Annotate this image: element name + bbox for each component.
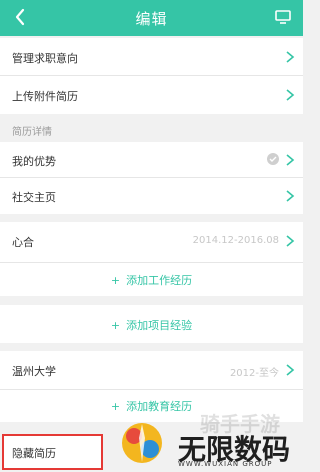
check-icon [267, 153, 279, 165]
chevron-right-icon [286, 364, 295, 376]
row-upload-resume[interactable]: 上传附件简历 [0, 76, 303, 114]
hide-resume-label: 隐藏简历 [12, 447, 56, 460]
add-project-row: + 添加项目经验 [0, 305, 303, 343]
plus-icon: + [110, 274, 121, 287]
hide-resume-row[interactable]: 隐藏简历 [2, 434, 103, 470]
watermark-subtext: WWW.WUXIAN GROUP [178, 460, 273, 468]
add-work-label: 添加工作经历 [126, 274, 193, 287]
add-project-label: 添加项目经验 [126, 319, 193, 332]
chevron-right-icon [286, 89, 295, 101]
chevron-right-icon [286, 235, 295, 247]
chevron-right-icon [286, 51, 295, 63]
row-work-experience[interactable]: 心合 2014.12-2016.08 [0, 222, 303, 262]
watermark: 骑手手游 无限数码 WWW.WUXIAN GROUP [108, 408, 298, 468]
row-social-homepage[interactable]: 社交主页 [0, 178, 303, 214]
top-bar: 编辑 [0, 0, 303, 36]
row-my-advantage[interactable]: 我的优势 [0, 142, 303, 177]
row-label: 我的优势 [12, 155, 56, 168]
row-label: 社交主页 [12, 191, 56, 204]
row-label: 上传附件简历 [12, 90, 78, 103]
add-project-button[interactable]: + 添加项目经验 [0, 317, 303, 333]
section-resume-details: 简历详情 [0, 114, 303, 142]
company-name: 心合 [12, 236, 34, 249]
row-job-intention[interactable]: 管理求职意向 [0, 38, 303, 75]
chevron-right-icon [286, 190, 295, 202]
school-period: 2012-至今 [229, 368, 279, 379]
add-work-row: + 添加工作经历 [0, 263, 303, 296]
screen-icon[interactable] [275, 10, 291, 24]
add-work-button[interactable]: + 添加工作经历 [0, 272, 303, 288]
row-label: 管理求职意向 [12, 52, 78, 65]
row-education[interactable]: 温州大学 2012-至今 [0, 351, 303, 389]
brand-logo-icon [122, 423, 162, 463]
section-label: 简历详情 [12, 127, 52, 138]
work-period: 2014.12-2016.08 [192, 235, 279, 246]
school-name: 温州大学 [12, 365, 56, 378]
plus-icon: + [110, 319, 121, 332]
page-title: 编辑 [135, 10, 168, 28]
chevron-right-icon [286, 154, 295, 166]
